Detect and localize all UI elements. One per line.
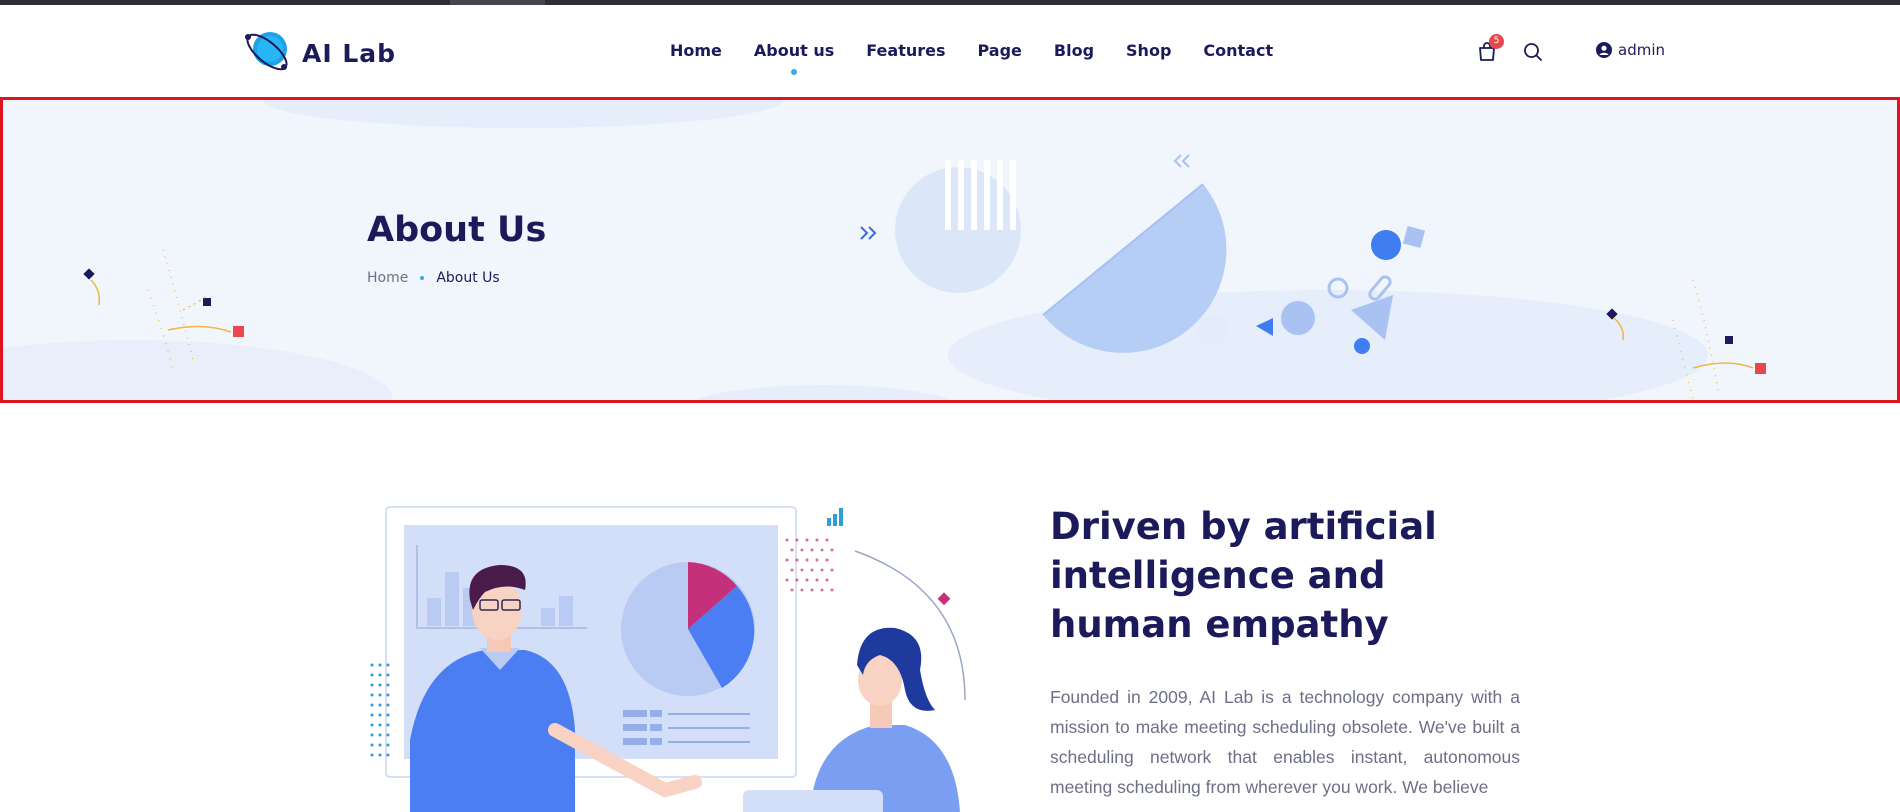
nav-contact[interactable]: Contact (1203, 41, 1273, 60)
search-button[interactable] (1522, 41, 1544, 63)
about-illustration (370, 506, 966, 812)
brand-name: AI Lab (302, 38, 397, 68)
breadcrumb-current: About Us (436, 270, 500, 286)
about-paragraph: Founded in 2009, AI Lab is a technology … (1050, 687, 1520, 797)
cart-button[interactable]: 5 (1476, 34, 1504, 63)
user-name: admin (1618, 41, 1665, 59)
user-circle-icon (1596, 42, 1612, 58)
nav-page[interactable]: Page (978, 41, 1022, 60)
breadcrumb-separator (420, 276, 425, 280)
nav-blog[interactable]: Blog (1054, 41, 1094, 60)
banner-decoration (3, 100, 1766, 400)
main-nav: Home About us Features Page Blog Shop Co… (670, 41, 1305, 75)
search-icon (1524, 43, 1542, 61)
planet-logo-icon (245, 32, 288, 71)
nav-about-us[interactable]: About us (754, 41, 834, 75)
nav-shop[interactable]: Shop (1126, 41, 1171, 60)
breadcrumb: Home About Us (367, 270, 500, 286)
site-header: AI Lab Home About us Features Page Blog … (0, 5, 1900, 97)
page-banner: About Us Home About Us (0, 97, 1900, 403)
logo[interactable]: AI Lab (240, 25, 396, 81)
breadcrumb-home-link[interactable]: Home (367, 270, 408, 286)
about-heading: Driven by artificial intelligence and hu… (1050, 505, 1437, 646)
nav-features[interactable]: Features (866, 41, 945, 60)
page-title: About Us (367, 210, 547, 250)
nav-home[interactable]: Home (670, 41, 722, 60)
cart-count-badge: 5 (1489, 34, 1504, 49)
user-menu[interactable]: admin (1596, 41, 1665, 59)
header-icons: 5 (1476, 34, 1544, 63)
